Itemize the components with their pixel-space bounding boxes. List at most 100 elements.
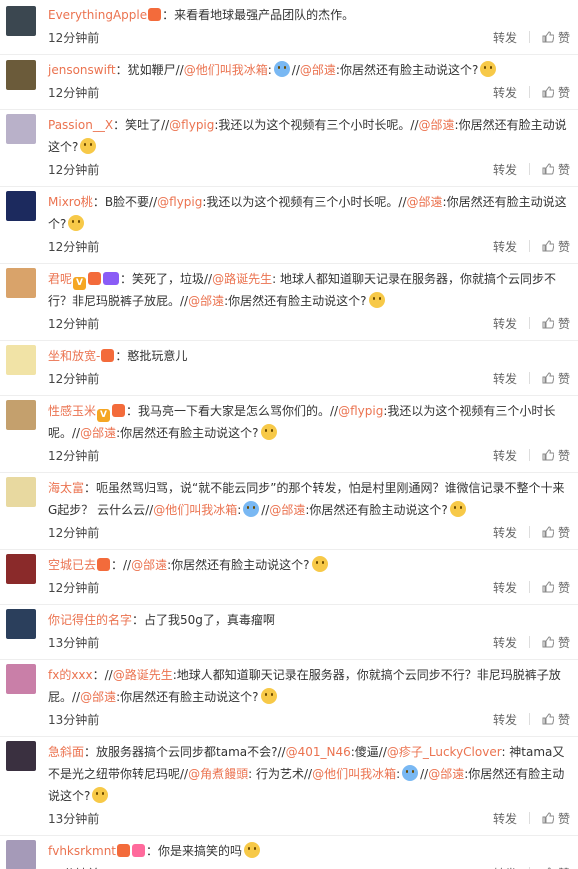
timestamp: 12分钟前 — [48, 30, 100, 45]
mention-link[interactable]: @flypig — [157, 195, 202, 209]
like-button[interactable]: 赞 — [542, 447, 570, 464]
thumbs-up-icon — [542, 86, 555, 98]
comment-body: ：笑吐了// — [113, 118, 170, 132]
mention-link[interactable]: @邰遠 — [80, 426, 116, 440]
mention-link[interactable]: @邰遠 — [269, 503, 305, 517]
like-button[interactable]: 赞 — [542, 315, 570, 332]
divider — [528, 812, 530, 824]
mention-link[interactable]: @邰遠 — [419, 118, 455, 132]
like-label: 赞 — [557, 371, 570, 386]
avatar[interactable] — [6, 554, 36, 584]
username-link[interactable]: 海太富 — [48, 481, 84, 495]
like-button[interactable]: 赞 — [542, 29, 570, 46]
username-link[interactable]: Passion__X — [48, 118, 113, 132]
comment-text: Passion__X：笑吐了//@flypig:我还以为这个视频有三个小时长呢。… — [48, 114, 570, 158]
comment-meta: 13分钟前 转发 赞 — [48, 862, 570, 869]
like-label: 赞 — [557, 525, 570, 540]
repost-button[interactable]: 转发 — [493, 634, 517, 651]
username-link[interactable]: 性感玉米 — [48, 404, 96, 418]
repost-button[interactable]: 转发 — [493, 711, 517, 728]
comment-meta: 12分钟前 转发 赞 — [48, 367, 570, 389]
like-button[interactable]: 赞 — [542, 711, 570, 728]
like-button[interactable]: 赞 — [542, 579, 570, 596]
comment-body: ：来看看地球最强产品团队的杰作。 — [162, 8, 355, 22]
repost-button[interactable]: 转发 — [493, 315, 517, 332]
avatar[interactable] — [6, 268, 36, 298]
mention-link[interactable]: @他们叫我冰箱 — [153, 503, 237, 517]
mention-link[interactable]: @路诞先生 — [113, 668, 173, 682]
avatar[interactable] — [6, 664, 36, 694]
avatar[interactable] — [6, 400, 36, 430]
avatar[interactable] — [6, 6, 36, 36]
like-button[interactable]: 赞 — [542, 865, 570, 869]
repost-button[interactable]: 转发 — [493, 810, 517, 827]
like-button[interactable]: 赞 — [542, 524, 570, 541]
username-link[interactable]: 坐和放宽- — [48, 349, 100, 363]
comment-body: ：B脸不要// — [92, 195, 158, 209]
timestamp: 13分钟前 — [48, 865, 473, 869]
username-link[interactable]: 急斜面 — [48, 745, 84, 759]
avatar[interactable] — [6, 609, 36, 639]
like-button[interactable]: 赞 — [542, 238, 570, 255]
emoji-icon — [449, 501, 466, 517]
like-button[interactable]: 赞 — [542, 634, 570, 651]
repost-button[interactable]: 转发 — [493, 579, 517, 596]
like-button[interactable]: 赞 — [542, 161, 570, 178]
repost-button[interactable]: 转发 — [493, 238, 517, 255]
username-link[interactable]: fvhksrkmnt — [48, 844, 116, 858]
mention-link[interactable]: @邰遠 — [80, 690, 116, 704]
comment-body: :你居然还有脸主动说这个? — [116, 690, 259, 704]
mention-link[interactable]: @邰遠 — [428, 767, 464, 781]
mention-link[interactable]: @flypig — [169, 118, 214, 132]
mention-link[interactable]: @他们叫我冰箱 — [312, 767, 396, 781]
comment-body: :我还以为这个视频有三个小时长呢。// — [202, 195, 407, 209]
repost-button[interactable]: 转发 — [493, 865, 517, 869]
mention-link[interactable]: @疹子_LuckyClover — [387, 745, 502, 759]
mention-link[interactable]: @flypig — [338, 404, 383, 418]
avatar[interactable] — [6, 840, 36, 869]
avatar[interactable] — [6, 741, 36, 771]
repost-button[interactable]: 转发 — [493, 524, 517, 541]
mention-link[interactable]: @路诞先生 — [212, 272, 272, 286]
like-button[interactable]: 赞 — [542, 810, 570, 827]
like-label: 赞 — [557, 162, 570, 177]
mention-link[interactable]: @401_N46 — [286, 745, 351, 759]
username-link[interactable]: jensonswift — [48, 63, 116, 77]
repost-button[interactable]: 转发 — [493, 29, 517, 46]
mention-link[interactable]: @邰遠 — [300, 63, 336, 77]
comment-text: 空城已去 ：//@邰遠:你居然还有脸主动说这个? — [48, 554, 570, 576]
username-link[interactable]: 空城已去 — [48, 558, 96, 572]
avatar[interactable] — [6, 345, 36, 375]
username-link[interactable]: fx的xxx — [48, 668, 93, 682]
repost-button[interactable]: 转发 — [493, 370, 517, 387]
avatar[interactable] — [6, 114, 36, 144]
mention-link[interactable]: @邰遠 — [131, 558, 167, 572]
divider — [528, 163, 530, 175]
repost-button[interactable]: 转发 — [493, 84, 517, 101]
divider — [528, 372, 530, 384]
mention-link[interactable]: @他们叫我冰箱 — [184, 63, 268, 77]
comment-text: fvhksrkmnt ：你是来搞笑的吗 — [48, 840, 570, 862]
avatar[interactable] — [6, 191, 36, 221]
repost-button[interactable]: 转发 — [493, 447, 517, 464]
thumbs-up-icon — [542, 372, 555, 384]
avatar[interactable] — [6, 477, 36, 507]
comment-item: 空城已去 ：//@邰遠:你居然还有脸主动说这个? 12分钟前 转发 赞 — [0, 550, 578, 605]
mention-link[interactable]: @邰遠 — [407, 195, 443, 209]
mention-link[interactable]: @角煮饅頭 — [188, 767, 248, 781]
comment-text: jensonswift：犹如鞭尸//@他们叫我冰箱: //@邰遠:你居然还有脸主动… — [48, 59, 570, 81]
repost-button[interactable]: 转发 — [493, 161, 517, 178]
comment-body: :你居然还有脸主动说这个? — [116, 426, 259, 440]
divider — [528, 86, 530, 98]
mention-link[interactable]: @邰遠 — [188, 294, 224, 308]
username-link[interactable]: EverythingApple — [48, 8, 147, 22]
avatar[interactable] — [6, 60, 36, 90]
like-button[interactable]: 赞 — [542, 370, 570, 387]
comment-body: ：// — [111, 558, 132, 572]
username-link[interactable]: Mixro桃 — [48, 195, 93, 209]
comment-item: EverythingApple ：来看看地球最强产品团队的杰作。 12分钟前 转发 赞 — [0, 0, 578, 55]
username-link[interactable]: 君呢 — [48, 272, 72, 286]
like-button[interactable]: 赞 — [542, 84, 570, 101]
emoji-icon — [243, 501, 260, 517]
username-link[interactable]: 你记得住的名字 — [48, 613, 132, 627]
